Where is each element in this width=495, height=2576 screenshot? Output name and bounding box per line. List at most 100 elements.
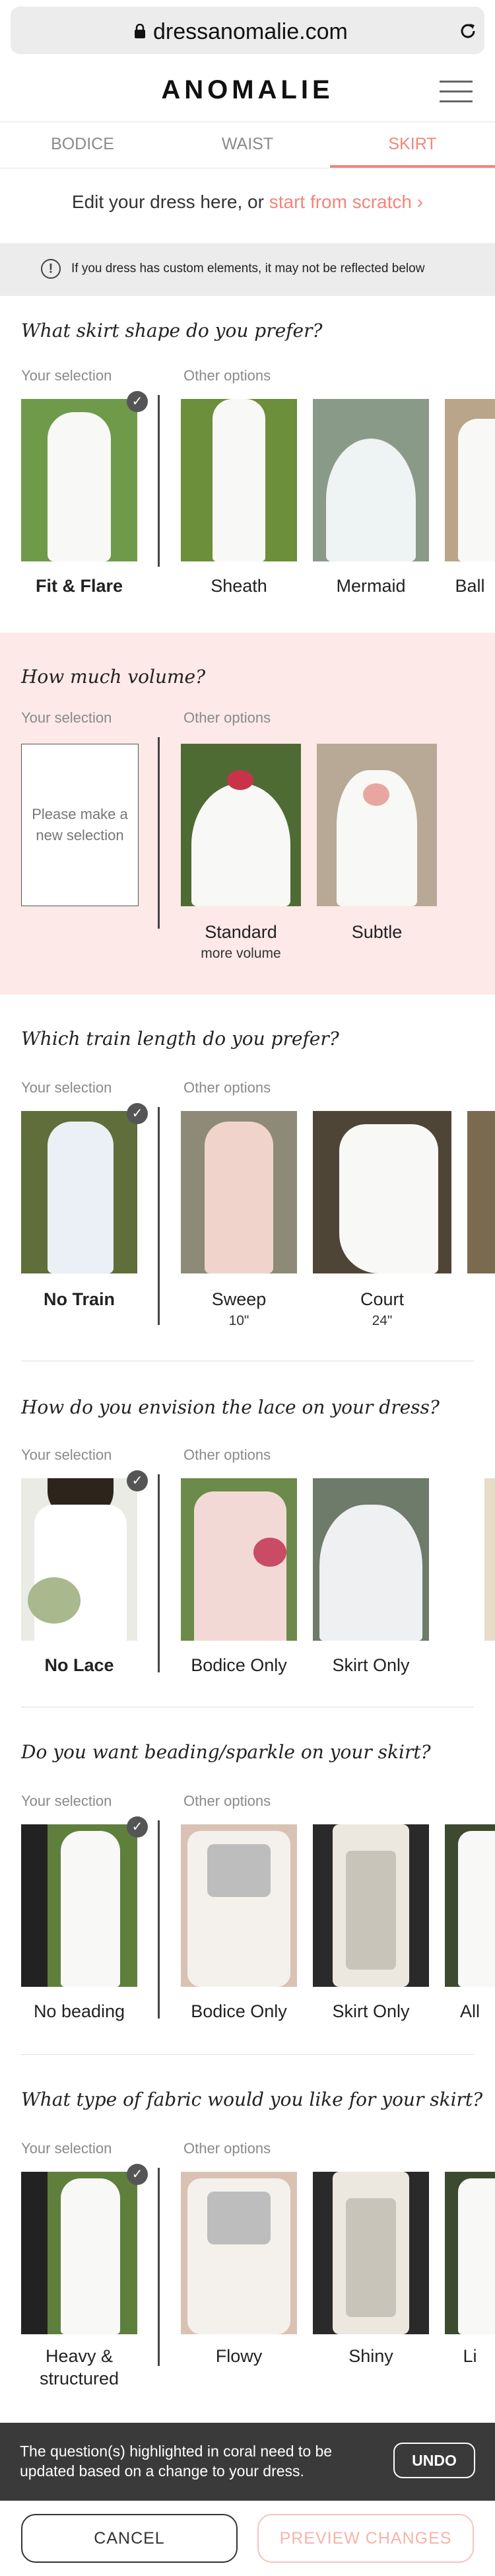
other-options-label: Other options [183, 1079, 271, 1096]
reload-icon[interactable] [458, 21, 478, 41]
dress-photo [313, 399, 429, 561]
bouquet [28, 1577, 81, 1624]
other-options-label: Other options [183, 1447, 271, 1463]
option-label: Skirt Only [332, 1655, 410, 1675]
bouquet [227, 770, 253, 790]
your-selection-label: Your selection [21, 1079, 112, 1096]
option-sublabel: 10" [228, 1313, 249, 1328]
check-icon: ✓ [127, 391, 148, 412]
dress-photo [21, 1111, 137, 1273]
cancel-button[interactable]: CANCEL [21, 2514, 238, 2563]
other-options-label: Other options [183, 709, 271, 726]
section-train-length: Which train length do you prefer? Your s… [0, 995, 495, 1365]
dress-photo [445, 2172, 495, 2334]
check-icon: ✓ [127, 1103, 148, 1124]
option-label: No beading [33, 2001, 125, 2021]
check-icon: ✓ [127, 1816, 148, 1838]
bouquet [253, 1538, 286, 1567]
other-options-label: Other options [183, 2140, 271, 2157]
dress-photo [181, 1111, 297, 1273]
preview-changes-button[interactable]: PREVIEW CHANGES [257, 2514, 474, 2563]
beading [207, 2192, 271, 2244]
question-title: Which train length do you prefer? [21, 1028, 339, 1050]
option-label: Bodice Only [191, 1655, 287, 1675]
dress-photo [21, 399, 137, 561]
your-selection-label: Your selection [21, 1447, 112, 1463]
address-field[interactable]: dressanomalie.com [11, 7, 484, 54]
tab-waist[interactable]: WAIST [165, 123, 330, 168]
section-skirt-shape: What skirt shape do you prefer? Your sel… [0, 296, 495, 633]
edit-text: Edit your dress here, or [71, 192, 269, 212]
beading [207, 1844, 271, 1897]
divider [158, 737, 160, 929]
dress-photo [181, 744, 301, 906]
dress-photo [313, 1111, 451, 1273]
section-divider [21, 2054, 474, 2055]
dress-photo [445, 399, 495, 561]
check-icon: ✓ [127, 2164, 148, 2185]
dress-photo [21, 2172, 137, 2334]
edit-dress-line: Edit your dress here, or start from scra… [0, 192, 495, 213]
option-label: Bodice Only [191, 2001, 287, 2021]
custom-elements-notice: ! If you dress has custom elements, it m… [0, 243, 495, 296]
start-from-scratch-link[interactable]: start from scratch [269, 192, 412, 212]
hamburger-menu-icon[interactable] [440, 81, 473, 104]
dress-photo [484, 1478, 495, 1641]
divider [158, 395, 160, 567]
beading [346, 1851, 396, 1970]
brand-logo[interactable]: ANOMALIE [0, 75, 495, 105]
undo-button[interactable]: UNDO [393, 2443, 475, 2478]
question-title: How much volume? [21, 666, 206, 688]
update-toast: The question(s) highlighted in coral nee… [0, 2423, 495, 2501]
bottom-action-bar: CANCEL PREVIEW CHANGES [0, 2501, 495, 2576]
other-options-label: Other options [183, 1793, 271, 1809]
your-selection-label: Your selection [21, 367, 112, 384]
divider [158, 1107, 160, 1325]
bouquet [363, 783, 389, 806]
option-label: Sweep [211, 1289, 267, 1309]
option-label: No Lace [44, 1655, 114, 1675]
option-label: Flowy [215, 2346, 263, 2366]
section-beading: Do you want beading/sparkle on your skir… [0, 1711, 495, 2057]
option-sublabel: 24" [372, 1313, 393, 1328]
dress-photo [21, 1824, 137, 1987]
lock-icon [135, 24, 145, 38]
section-volume: How much volume? Your selection Other op… [0, 633, 495, 995]
option-label: Heavy & structured [39, 2346, 119, 2388]
tab-skirt[interactable]: SKIRT [330, 123, 495, 168]
divider [158, 1820, 160, 2019]
info-icon: ! [41, 259, 61, 279]
dress-photo [181, 1824, 297, 1987]
section-fabric: What type of fabric would you like for y… [0, 2057, 495, 2423]
question-title: Do you want beading/sparkle on your skir… [21, 1741, 431, 1763]
your-selection-label: Your selection [21, 2140, 112, 2157]
your-selection-label: Your selection [21, 709, 112, 726]
option-label: Sheath [211, 576, 267, 596]
dress-photo [21, 1478, 137, 1641]
tab-bar: BODICE WAIST SKIRT [0, 123, 495, 168]
dress-photo [181, 399, 297, 561]
option-label: Fit & Flare [35, 576, 123, 596]
option-label: Subtle [351, 922, 403, 942]
option-label: No Train [43, 1289, 115, 1309]
dress-photo [313, 2172, 429, 2334]
option-label: Ball [455, 576, 485, 596]
dress-photo [181, 2172, 297, 2334]
divider [158, 2168, 160, 2366]
question-title: What skirt shape do you prefer? [21, 320, 323, 341]
other-options-label: Other options [183, 367, 271, 384]
dress-photo [313, 1824, 429, 1987]
your-selection-label: Your selection [21, 1793, 112, 1809]
option-label: Standard [205, 922, 277, 942]
site-header: ANOMALIE [0, 61, 495, 122]
option-sublabel: more volume [201, 946, 281, 961]
option-label: All [459, 2001, 480, 2021]
divider [158, 1474, 160, 1672]
beading [346, 2198, 396, 2317]
dress-photo [445, 1824, 495, 1987]
dress-photo [467, 1111, 495, 1273]
option-label: Li [463, 2346, 477, 2366]
empty-selection-placeholder[interactable]: Please make a new selection [21, 744, 139, 906]
tab-bodice[interactable]: BODICE [0, 123, 165, 168]
option-label: Court [360, 1289, 405, 1309]
